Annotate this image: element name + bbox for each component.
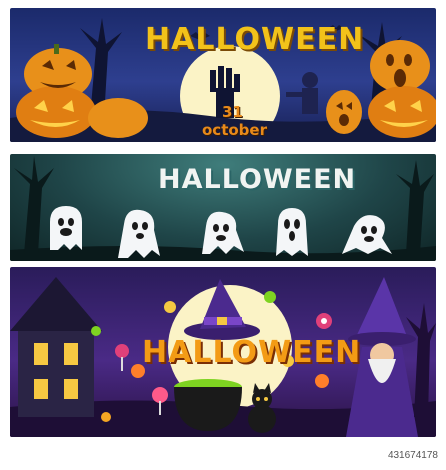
zombie-figure [286, 72, 318, 114]
banner-ghosts: HALLOWEEN [10, 154, 436, 261]
date-month: october [202, 121, 267, 139]
image-id: 431674178 [387, 450, 438, 461]
haunted-house [10, 277, 102, 417]
banner-wizard: HALLOWEEN [10, 267, 436, 437]
stock-footer: 431674178 [0, 440, 446, 470]
banner-title-halloween: HALLOWEEN [142, 335, 362, 370]
banner-pumpkins: HALLOWEEN 31 october [10, 8, 436, 142]
pumpkin-left [16, 44, 148, 138]
banner-title-halloween: HALLOWEEN [145, 22, 365, 57]
date-day: 31 [222, 103, 243, 121]
ghost-5 [342, 215, 392, 254]
ghost-3 [202, 211, 244, 254]
banner-title-halloween: HALLOWEEN [158, 164, 357, 195]
